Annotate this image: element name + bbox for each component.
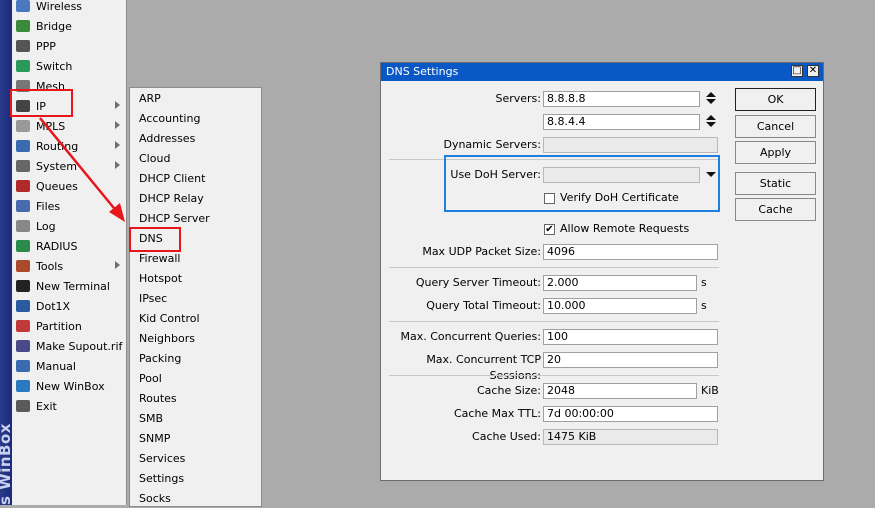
- cache-max-ttl-label: Cache Max TTL:: [453, 407, 541, 420]
- cache-used-label: Cache Used:: [472, 430, 541, 443]
- cache-max-ttl-field[interactable]: 7d 00:00:00: [543, 406, 718, 422]
- ok-button[interactable]: OK: [735, 88, 816, 111]
- restore-button[interactable]: □: [791, 65, 803, 77]
- max-concurrent-queries-field[interactable]: 100: [543, 329, 718, 345]
- allow-remote-label: Allow Remote Requests: [560, 222, 690, 235]
- max-udp-label: Max UDP Packet Size:: [422, 245, 541, 258]
- separator: [389, 375, 719, 376]
- kib-unit: KiB: [701, 384, 719, 397]
- window-title: DNS Settings: [386, 65, 459, 78]
- max-udp-field[interactable]: 4096: [543, 244, 718, 260]
- server-1-field[interactable]: 8.8.8.8: [543, 91, 700, 107]
- seconds-unit: s: [701, 276, 707, 289]
- server-2-field[interactable]: 8.8.4.4: [543, 114, 700, 130]
- server-1-updown-icon[interactable]: [706, 92, 716, 106]
- title-bar[interactable]: DNS Settings □ ✕: [381, 63, 823, 81]
- seconds-unit: s: [701, 299, 707, 312]
- close-button[interactable]: ✕: [807, 65, 819, 77]
- dynamic-servers-field: [543, 137, 718, 153]
- cancel-button[interactable]: Cancel: [735, 115, 816, 138]
- max-concurrent-tcp-field[interactable]: 20: [543, 352, 718, 368]
- max-concurrent-queries-label: Max. Concurrent Queries:: [400, 330, 541, 343]
- query-server-timeout-field[interactable]: 2.000: [543, 275, 697, 291]
- dns-settings-window: DNS Settings □ ✕ Servers: 8.8.8.8 8.8.4.…: [380, 62, 824, 481]
- max-concurrent-tcp-label: Max. Concurrent TCP Sessions:: [426, 353, 541, 382]
- allow-remote-checkbox[interactable]: ✔: [544, 224, 555, 235]
- cache-button[interactable]: Cache: [735, 198, 816, 221]
- cache-size-field[interactable]: 2048: [543, 383, 697, 399]
- apply-button[interactable]: Apply: [735, 141, 816, 164]
- cache-used-field: 1475 KiB: [543, 429, 718, 445]
- server-2-updown-icon[interactable]: [706, 115, 716, 129]
- static-button[interactable]: Static: [735, 172, 816, 195]
- query-total-timeout-label: Query Total Timeout:: [426, 299, 541, 312]
- dynamic-servers-label: Dynamic Servers:: [443, 138, 541, 151]
- separator: [389, 267, 719, 268]
- separator: [389, 321, 719, 322]
- query-server-timeout-label: Query Server Timeout:: [415, 276, 541, 289]
- doh-highlight-box: [444, 155, 720, 212]
- query-total-timeout-field[interactable]: 10.000: [543, 298, 697, 314]
- cache-size-label: Cache Size:: [477, 384, 541, 397]
- servers-label: Servers:: [495, 92, 541, 105]
